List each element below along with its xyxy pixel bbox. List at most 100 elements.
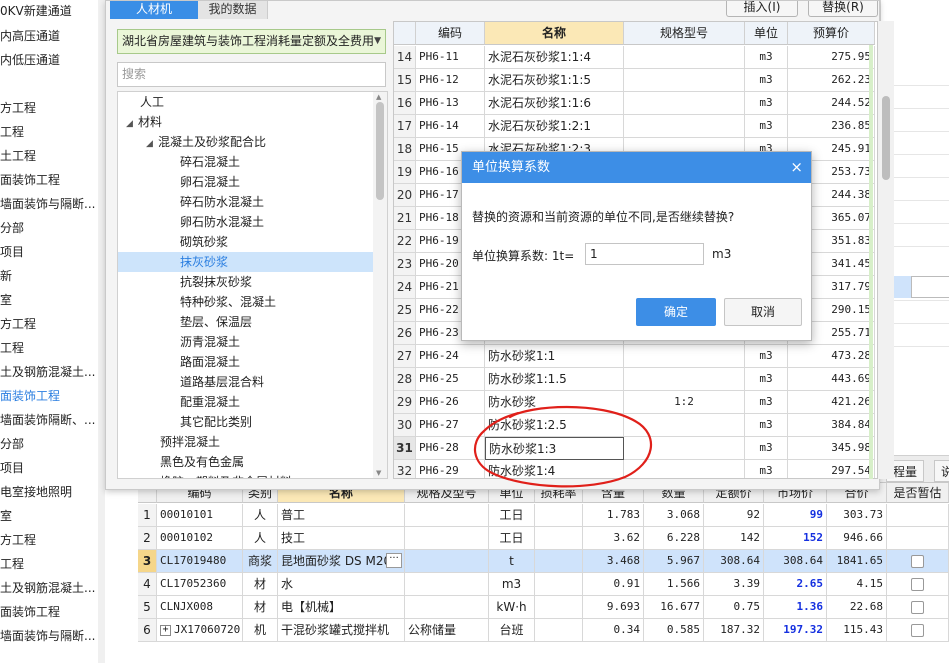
tree-item[interactable]: 特种砂浆、混凝土 [118, 292, 373, 312]
replace-button[interactable]: 替换(R) [808, 1, 878, 17]
project-tree-item[interactable]: 方工程 [0, 96, 36, 120]
resource-name[interactable]: 电【机械】 [278, 596, 405, 619]
project-tree-item[interactable]: 项目 [0, 240, 24, 264]
grid-header-rownum[interactable] [394, 22, 416, 45]
project-tree-item[interactable]: 墙面装饰隔断、... [0, 408, 95, 432]
table-row[interactable]: 4 CL17052360 材水 m3 0.91 1.566 3.39 2.65 4.15 [138, 573, 949, 596]
row-number[interactable]: 2 [138, 527, 157, 550]
material-spec[interactable] [624, 345, 745, 368]
tree-item[interactable]: 橡胶、塑料及非金属材料 [118, 472, 373, 478]
market-price[interactable]: 2.65 [764, 573, 827, 596]
quota-price[interactable]: 308.64 [704, 550, 764, 573]
resource-category[interactable]: 人 [243, 504, 278, 527]
background-edit-cell[interactable] [911, 276, 949, 298]
project-tree-item[interactable]: 墙面装饰与隔断... [0, 624, 95, 648]
material-code[interactable]: PH6-27 [416, 414, 485, 437]
project-tree-item[interactable]: 土工程 [0, 144, 36, 168]
market-price[interactable]: 152 [764, 527, 827, 550]
table-row[interactable]: 3 CL17019480 商浆 昆地面砂浆 DS M20 ··· t 3.468 5.967 3… [138, 550, 949, 573]
loss-rate[interactable] [535, 550, 583, 573]
row-number[interactable]: 3 [138, 550, 157, 573]
budget-price[interactable]: 244.52 [788, 92, 875, 115]
quota-library-select[interactable]: 湖北省房屋建筑与装饰工程消耗量定额及全费用 ▼ [117, 29, 386, 54]
grid-header-spec[interactable]: 规格型号 [624, 22, 745, 45]
material-unit[interactable]: m3 [745, 460, 788, 478]
total-price[interactable]: 4.15 [827, 573, 887, 596]
table-row[interactable]: 16 PH6-13 水泥石灰砂浆1:1:6 m3 244.52 [394, 92, 875, 115]
table-row[interactable]: 1 00010101 人普工 工日 1.783 3.068 92 99 303.73 [138, 504, 949, 527]
row-number[interactable]: 21 [394, 207, 416, 230]
resource-spec[interactable] [405, 573, 489, 596]
content-qty[interactable]: 1.783 [583, 504, 644, 527]
material-name[interactable]: 防水砂浆 [485, 391, 624, 414]
material-unit[interactable]: m3 [745, 69, 788, 92]
content-qty[interactable]: 0.91 [583, 573, 644, 596]
resource-code[interactable]: CL17052360 [157, 573, 243, 596]
row-number[interactable]: 20 [394, 184, 416, 207]
material-unit[interactable]: m3 [745, 46, 788, 69]
project-tree-item[interactable]: 内高压通道 [0, 24, 60, 48]
material-name[interactable]: 防水砂浆1:3 [485, 437, 624, 460]
budget-price[interactable]: 443.69 [788, 368, 875, 391]
project-tree-item[interactable]: 墙面装饰与隔断... [0, 192, 95, 216]
table-row[interactable]: 32 PH6-29 防水砂浆1:4 m3 297.54 [394, 460, 875, 478]
project-tree-item[interactable]: 内低压通道 [0, 48, 60, 72]
is-provisional[interactable] [887, 596, 949, 619]
project-tree-item[interactable]: 工程 [0, 552, 24, 576]
resource-name[interactable]: 干混砂浆罐式搅拌机 [278, 619, 405, 642]
content-qty[interactable]: 9.693 [583, 596, 644, 619]
quota-price[interactable]: 92 [704, 504, 764, 527]
loss-rate[interactable] [535, 527, 583, 550]
grid-scroll-thumb[interactable] [882, 96, 890, 180]
tree-item[interactable]: 配重混凝土 [118, 392, 373, 412]
insert-button[interactable]: 插入(I) [726, 1, 798, 17]
material-spec[interactable]: 1:2 [624, 391, 745, 414]
header-is-provisional[interactable]: 是否暂估 [887, 483, 949, 503]
row-number[interactable]: 16 [394, 92, 416, 115]
row-number[interactable]: 28 [394, 368, 416, 391]
table-row[interactable]: 17 PH6-14 水泥石灰砂浆1:2:1 m3 236.85 [394, 115, 875, 138]
tree-scrollbar[interactable]: ▲ ▼ [373, 92, 387, 478]
total-price[interactable]: 303.73 [827, 504, 887, 527]
more-icon[interactable]: ··· [386, 553, 402, 568]
row-number[interactable]: 25 [394, 299, 416, 322]
project-tree-item[interactable]: 分部 [0, 216, 24, 240]
quantity[interactable]: 5.967 [644, 550, 704, 573]
market-price[interactable]: 308.64 [764, 550, 827, 573]
resource-code[interactable]: + JX17060720 [157, 619, 243, 642]
resource-unit[interactable]: t [489, 550, 535, 573]
budget-price[interactable]: 236.85 [788, 115, 875, 138]
resource-name[interactable]: 水 [278, 573, 405, 596]
material-code[interactable]: PH6-29 [416, 460, 485, 478]
tab-labor-material-machine[interactable]: 人材机 [110, 1, 198, 19]
row-number[interactable]: 23 [394, 253, 416, 276]
quantity[interactable]: 1.566 [644, 573, 704, 596]
tree-item[interactable]: 卵石混凝土 [118, 172, 373, 192]
material-spec[interactable] [624, 92, 745, 115]
project-tree-item[interactable]: 方工程 [0, 528, 36, 552]
row-number[interactable]: 26 [394, 322, 416, 345]
resource-spec[interactable] [405, 550, 489, 573]
material-unit[interactable]: m3 [745, 437, 788, 460]
resource-category[interactable]: 材 [243, 596, 278, 619]
project-tree-item[interactable]: 方工程 [0, 312, 36, 336]
budget-price[interactable]: 421.26 [788, 391, 875, 414]
material-code[interactable]: PH6-25 [416, 368, 485, 391]
cancel-button[interactable]: 取消 [724, 298, 802, 326]
material-name[interactable]: 水泥石灰砂浆1:1:5 [485, 69, 624, 92]
project-tree-item[interactable]: 室 [0, 288, 12, 312]
quantity[interactable]: 3.068 [644, 504, 704, 527]
row-number[interactable]: 17 [394, 115, 416, 138]
market-price[interactable]: 197.32 [764, 619, 827, 642]
material-code[interactable]: PH6-13 [416, 92, 485, 115]
tree-item[interactable]: 砌筑砂浆 [118, 232, 373, 252]
tree-item[interactable]: 碎石防水混凝土 [118, 192, 373, 212]
total-price[interactable]: 22.68 [827, 596, 887, 619]
expand-icon[interactable]: + [160, 624, 171, 636]
tree-item[interactable]: 抗裂抹灰砂浆 [118, 272, 373, 292]
material-spec[interactable] [624, 414, 745, 437]
tree-item[interactable]: 卵石防水混凝土 [118, 212, 373, 232]
content-qty[interactable]: 0.34 [583, 619, 644, 642]
ok-button[interactable]: 确定 [636, 298, 716, 326]
material-name[interactable]: 水泥石灰砂浆1:1:4 [485, 46, 624, 69]
